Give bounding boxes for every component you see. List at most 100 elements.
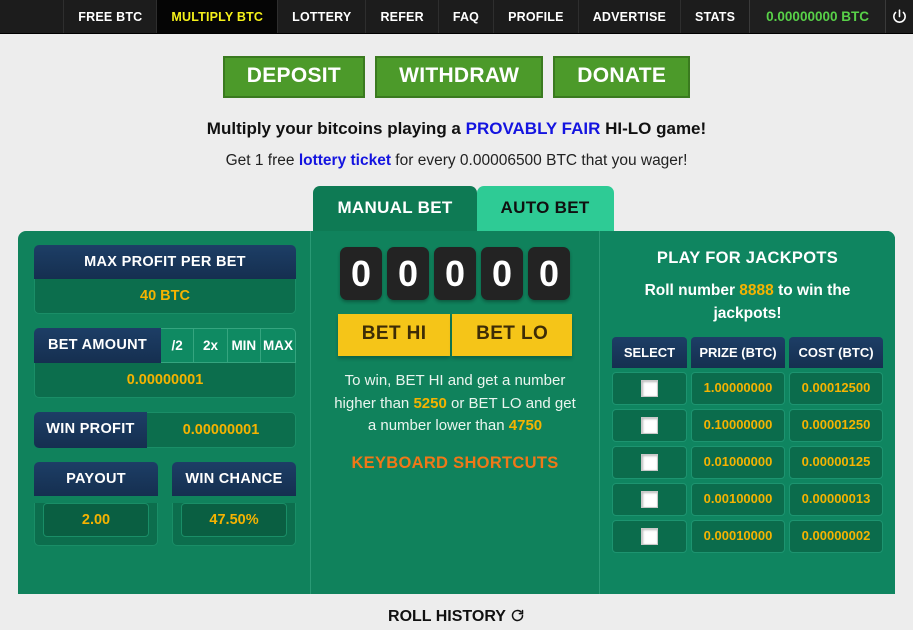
jackpot-cost: 0.00000013 — [789, 482, 883, 516]
payout-label: PAYOUT — [34, 462, 158, 497]
bet-settings-column: MAX PROFIT PER BET 40 BTC BET AMOUNT /2 … — [18, 231, 310, 594]
lottery-ticket-link[interactable]: lottery ticket — [299, 152, 391, 169]
top-navigation: FREE BTC MULTIPLY BTC LOTTERY REFER FAQ … — [0, 0, 913, 34]
roll-digit: 0 — [387, 247, 429, 301]
win-chance-label: WIN CHANCE — [172, 462, 296, 497]
promo-text-a: Get 1 free — [225, 152, 299, 170]
bet-halve-button[interactable]: /2 — [161, 328, 195, 364]
hi-threshold: 5250 — [413, 394, 447, 412]
deposit-button[interactable]: DEPOSIT — [222, 56, 366, 99]
bet-hi-button[interactable]: BET HI — [337, 314, 451, 357]
jackpot-select-cell[interactable] — [612, 445, 687, 479]
win-chance-cell: 47.50% — [172, 503, 296, 547]
jackpot-roll-number: 8888 — [739, 282, 774, 300]
bet-amount-group: BET AMOUNT /2 2x MIN MAX 0.00000001 — [34, 328, 296, 399]
jackpot-subtitle: Roll number 8888 to win the jackpots! — [612, 280, 883, 325]
table-row: 0.00010000 0.00000002 — [612, 519, 883, 553]
win-profit-label: WIN PROFIT — [34, 412, 147, 449]
jackpot-cost: 0.00000002 — [789, 519, 883, 553]
max-profit-group: MAX PROFIT PER BET 40 BTC — [34, 245, 296, 315]
jackpot-table-header: SELECT PRIZE (BTC) COST (BTC) — [612, 336, 883, 368]
roll-column: 0 0 0 0 0 BET HI BET LO To win, BET HI a… — [310, 231, 600, 595]
account-actions: DEPOSIT WITHDRAW DONATE — [0, 56, 913, 99]
payout-chance-group: PAYOUT 2.00 WIN CHANCE 47.50% — [34, 462, 296, 547]
keyboard-shortcuts-link[interactable]: KEYBOARD SHORTCUTS — [319, 454, 591, 473]
jackpot-checkbox[interactable] — [641, 527, 658, 545]
headline-text-b: HI-LO game! — [600, 119, 707, 139]
nav-item-free-btc[interactable]: FREE BTC — [63, 0, 156, 33]
nav-item-lottery[interactable]: LOTTERY — [277, 0, 365, 33]
power-icon[interactable] — [884, 0, 913, 33]
balance-display[interactable]: 0.00000000 BTC — [749, 0, 885, 33]
tab-manual-bet[interactable]: MANUAL BET — [313, 186, 477, 232]
lottery-promo: Get 1 free lottery ticket for every 0.00… — [0, 152, 913, 170]
win-profit-group: WIN PROFIT 0.00000001 — [34, 412, 296, 449]
roll-digit: 0 — [340, 247, 382, 301]
jackpot-prize: 0.01000000 — [691, 445, 785, 479]
bet-min-button[interactable]: MIN — [227, 328, 261, 364]
table-row: 0.01000000 0.00000125 — [612, 445, 883, 479]
payout-cell: 2.00 — [34, 503, 158, 547]
jackpot-checkbox[interactable] — [641, 490, 658, 508]
jackpot-sub-a: Roll number — [644, 282, 740, 300]
bet-amount-label: BET AMOUNT — [34, 328, 161, 364]
roll-digit: 0 — [528, 247, 570, 301]
nav-item-multiply-btc[interactable]: MULTIPLY BTC — [156, 0, 278, 33]
payout-input[interactable]: 2.00 — [43, 503, 149, 538]
bet-double-button[interactable]: 2x — [194, 328, 228, 364]
bet-amount-input[interactable]: 0.00000001 — [34, 363, 296, 399]
table-row: 0.10000000 0.00001250 — [612, 408, 883, 442]
win-profit-value: 0.00000001 — [147, 412, 296, 449]
table-row: 1.00000000 0.00012500 — [612, 371, 883, 405]
bet-amount-header: BET AMOUNT /2 2x MIN MAX — [34, 328, 296, 364]
roll-history-label: ROLL HISTORY — [388, 608, 506, 626]
table-row: 0.00100000 0.00000013 — [612, 482, 883, 516]
nav-item-stats[interactable]: STATS — [680, 0, 749, 33]
jackpot-prize: 0.10000000 — [691, 408, 785, 442]
refresh-icon — [511, 609, 524, 622]
nav-item-refer[interactable]: REFER — [365, 0, 437, 33]
jackpot-select-cell[interactable] — [612, 519, 687, 553]
roll-history-header[interactable]: ROLL HISTORY — [0, 608, 913, 626]
bet-mode-tabs: MANUAL BET AUTO BET — [0, 186, 913, 232]
withdraw-button[interactable]: WITHDRAW — [375, 56, 544, 99]
max-profit-value: 40 BTC — [34, 279, 296, 315]
jackpot-cost: 0.00012500 — [789, 371, 883, 405]
nav-item-profile[interactable]: PROFILE — [493, 0, 578, 33]
game-rules-text: To win, BET HI and get a number higher t… — [319, 370, 591, 438]
jackpot-checkbox[interactable] — [641, 453, 658, 471]
provably-fair-link[interactable]: PROVABLY FAIR — [466, 119, 601, 138]
jackpot-prize: 1.00000000 — [691, 371, 785, 405]
nav-left-spacer — [0, 0, 64, 33]
jackpot-select-cell[interactable] — [612, 482, 687, 516]
max-profit-label: MAX PROFIT PER BET — [34, 245, 296, 280]
nav-item-faq[interactable]: FAQ — [437, 0, 493, 33]
jackpot-cost: 0.00000125 — [789, 445, 883, 479]
jackpot-prize: 0.00100000 — [691, 482, 785, 516]
lo-threshold: 4750 — [508, 417, 543, 435]
promo-text-b: for every 0.00006500 BTC that you wager! — [391, 152, 688, 170]
donate-button[interactable]: DONATE — [553, 56, 691, 99]
jackpot-checkbox[interactable] — [641, 416, 658, 434]
page-title: Multiply your bitcoins playing a PROVABL… — [0, 119, 913, 139]
tab-auto-bet[interactable]: AUTO BET — [476, 186, 614, 232]
headline-text-a: Multiply your bitcoins playing a — [206, 119, 466, 139]
betting-board: MAX PROFIT PER BET 40 BTC BET AMOUNT /2 … — [18, 231, 895, 595]
jackpot-column: PLAY FOR JACKPOTS Roll number 8888 to wi… — [600, 231, 895, 595]
win-chance-input[interactable]: 47.50% — [181, 503, 287, 538]
jackpot-cost: 0.00001250 — [789, 408, 883, 442]
roll-number-display: 0 0 0 0 0 — [319, 247, 591, 301]
jackpot-select-cell[interactable] — [612, 371, 687, 405]
jackpot-prize: 0.00010000 — [691, 519, 785, 553]
jackpot-table: SELECT PRIZE (BTC) COST (BTC) 1.00000000… — [612, 336, 883, 553]
bet-max-button[interactable]: MAX — [260, 328, 296, 364]
payout-group: PAYOUT 2.00 — [34, 462, 158, 547]
jackpot-title: PLAY FOR JACKPOTS — [656, 249, 839, 268]
column-header-prize: PRIZE (BTC) — [691, 336, 785, 368]
bet-lo-button[interactable]: BET LO — [452, 314, 573, 357]
roll-digit: 0 — [434, 247, 476, 301]
column-header-select: SELECT — [612, 336, 687, 368]
nav-item-advertise[interactable]: ADVERTISE — [577, 0, 680, 33]
jackpot-select-cell[interactable] — [612, 408, 687, 442]
jackpot-checkbox[interactable] — [641, 379, 658, 397]
